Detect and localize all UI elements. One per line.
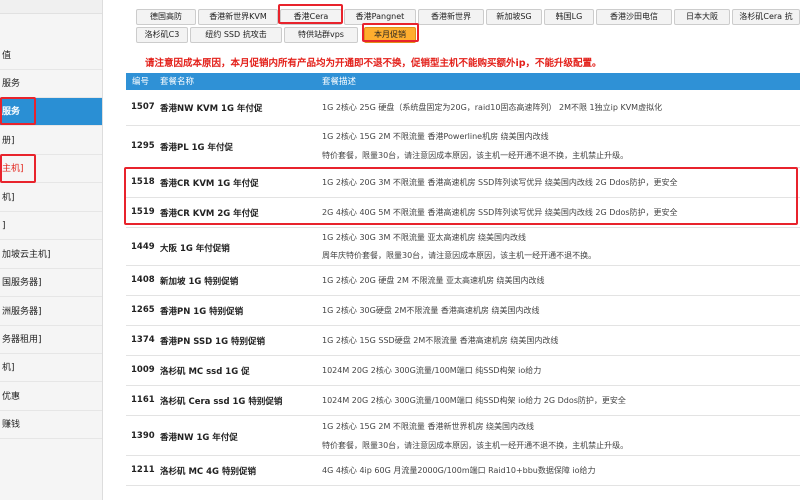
tab-monthly-promo[interactable]: 本月促销 (364, 27, 416, 43)
tab-hk-nw-kvm[interactable]: 香港新世界KVM (198, 9, 278, 25)
table-row[interactable]: 1408 新加坡 1G 特别促销 1G 2核心 20G 硬盘 2M 不限流量 亚… (126, 266, 800, 296)
tab-site-group-vps[interactable]: 特供站群vps (284, 27, 358, 43)
row-id: 1009 (131, 365, 155, 375)
row-id: 1390 (131, 431, 155, 441)
row-name[interactable]: 香港PN SSD 1G 特别促销 (160, 335, 265, 347)
row-name[interactable]: 洛杉矶 MC ssd 1G 促 (160, 365, 250, 377)
sidebar-item-4[interactable]: 册] (0, 127, 102, 155)
sidebar-top-strip (0, 0, 102, 14)
row-id: 1374 (131, 335, 155, 345)
sidebar-item-eu-servers[interactable]: 洲服务器] (0, 298, 102, 326)
tab-hk-shatin[interactable]: 香港沙田电信 (596, 9, 672, 25)
row-id: 1265 (131, 305, 155, 315)
promo-notice: 请注意因成本原因，本月促销内所有产品均为开通即不退不换，促销型主机不能购买额外i… (145, 58, 602, 69)
row-desc: 1G 2核心 30G 3M 不限流量 亚太高速机房 绕美国内改线 (322, 233, 527, 242)
tab-osaka[interactable]: 日本大阪 (674, 9, 730, 25)
row-desc: 1024M 20G 2核心 300G流量/100M端口 纯SSD构架 io给力 … (322, 396, 626, 405)
row-id: 1408 (131, 275, 155, 285)
sidebar-item-us-servers[interactable]: 国服务器] (0, 269, 102, 297)
tab-singapore[interactable]: 新加坡SG (486, 9, 542, 25)
table-header: 编号 套餐名称 套餐描述 (126, 73, 800, 90)
table-row[interactable]: 1161 洛杉矶 Cera ssd 1G 特别促销 1024M 20G 2核心 … (126, 386, 800, 416)
sidebar-item-services-active[interactable]: 服务 (0, 98, 102, 126)
row-name[interactable]: 新加坡 1G 特别促销 (160, 275, 238, 287)
sidebar-item-7[interactable]: ] (0, 212, 102, 240)
sidebar-item-earn[interactable]: 赚钱 (0, 411, 102, 439)
sidebar: 值 服务 服务 册] 主机] 机] ] 加坡云主机] 国服务器] 洲服务器] 务… (0, 0, 103, 500)
tab-hk-cera[interactable]: 香港Cera (280, 9, 342, 25)
sidebar-item-1[interactable]: 值 (0, 42, 102, 70)
table-row[interactable]: 1390 香港NW 1G 年付促 1G 2核心 15G 2M 不限流量 香港新世… (126, 416, 800, 456)
row-id: 1518 (131, 177, 155, 187)
row-desc: 2G 4核心 40G 5M 不限流量 香港高速机房 SSD阵列读写优异 绕美国内… (322, 208, 678, 217)
row-name[interactable]: 香港PN 1G 特别促销 (160, 305, 243, 317)
table-row[interactable]: 1265 香港PN 1G 特别促销 1G 2核心 30G硬盘 2M不限流量 香港… (126, 296, 800, 326)
row-id: 1295 (131, 141, 155, 151)
sidebar-item-12[interactable]: 机] (0, 354, 102, 382)
table-row[interactable]: 1009 洛杉矶 MC ssd 1G 促 1024M 20G 2核心 300G流… (126, 356, 800, 386)
tab-hk-pangnet[interactable]: 香港Pangnet (344, 9, 416, 25)
table-row[interactable]: 1374 香港PN SSD 1G 特别促销 1G 2核心 15G SSD硬盘 2… (126, 326, 800, 356)
table-row[interactable]: 1519 香港CR KVM 2G 年付促 2G 4核心 40G 5M 不限流量 … (126, 198, 800, 228)
row-id: 1519 (131, 207, 155, 217)
row-id: 1507 (131, 102, 155, 112)
row-id: 1161 (131, 395, 155, 405)
sidebar-item-2[interactable]: 服务 (0, 70, 102, 98)
row-desc: 1G 2核心 15G SSD硬盘 2M不限流量 香港高速机房 绕美国内改线 (322, 336, 559, 345)
row-name[interactable]: 大阪 1G 年付促销 (160, 242, 230, 254)
row-desc: 1G 2核心 15G 2M 不限流量 香港新世界机房 绕美国内改线 (322, 422, 535, 431)
sidebar-item-discount[interactable]: 优惠 (0, 383, 102, 411)
row-id: 1211 (131, 465, 155, 475)
row-desc: 4G 4核心 4ip 60G 月流量2000G/100m端口 Raid10+bb… (322, 466, 596, 475)
row-name[interactable]: 香港PL 1G 年付促 (160, 141, 233, 153)
row-desc: 1G 2核心 30G硬盘 2M不限流量 香港高速机房 绕美国内改线 (322, 306, 540, 315)
row-name[interactable]: 香港NW 1G 年付促 (160, 431, 238, 443)
row-name[interactable]: 香港NW KVM 1G 年付促 (160, 102, 262, 114)
header-desc: 套餐描述 (322, 77, 357, 87)
row-desc: 1G 2核心 25G 硬盘（系统盘固定为20G，raid10固态高速阵列） 2M… (322, 103, 663, 112)
row-desc: 1G 2核心 20G 3M 不限流量 香港高速机房 SSD阵列读写优异 绕美国内… (322, 178, 678, 187)
row-name[interactable]: 洛杉矶 MC 4G 特别促销 (160, 465, 256, 477)
header-name: 套餐名称 (160, 77, 195, 87)
row-name[interactable]: 洛杉矶 Cera ssd 1G 特别促销 (160, 395, 282, 407)
tab-la-cera[interactable]: 洛杉矶Cera 抗 (732, 9, 800, 25)
row-desc-note: 特价套餐，限量30台，请注意因成本原因，该主机一经开通不退不换，主机禁止升级。 (322, 151, 629, 160)
row-name[interactable]: 香港CR KVM 2G 年付促 (160, 207, 259, 219)
row-name[interactable]: 香港CR KVM 1G 年付促 (160, 177, 259, 189)
row-desc: 1024M 20G 2核心 300G流量/100M端口 纯SSD构架 io给力 (322, 366, 542, 375)
sidebar-item-host-highlight[interactable]: 主机] (0, 155, 102, 183)
row-desc-note: 周年庆特价套餐，限量30台，请注意因成本原因，该主机一经开通不退不换。 (322, 251, 597, 260)
row-desc-note: 特价套餐，限量30台，请注意因成本原因，该主机一经开通不退不换，主机禁止升级。 (322, 441, 629, 450)
table-row[interactable]: 1518 香港CR KVM 1G 年付促 1G 2核心 20G 3M 不限流量 … (126, 168, 800, 198)
sidebar-item-server-rental[interactable]: 务器租用] (0, 326, 102, 354)
row-desc: 1G 2核心 15G 2M 不限流量 香港Powerline机房 绕美国内改线 (322, 132, 549, 141)
tab-germany[interactable]: 德国高防 (136, 9, 196, 25)
table-row[interactable]: 1507 香港NW KVM 1G 年付促 1G 2核心 25G 硬盘（系统盘固定… (126, 90, 800, 126)
sidebar-item-6[interactable]: 机] (0, 184, 102, 212)
table-row[interactable]: 1295 香港PL 1G 年付促 1G 2核心 15G 2M 不限流量 香港Po… (126, 126, 800, 168)
header-id: 编号 (132, 77, 150, 87)
tab-la-c3[interactable]: 洛杉矶C3 (136, 27, 188, 43)
tab-hk-nw[interactable]: 香港新世界 (418, 9, 484, 25)
row-id: 1449 (131, 242, 155, 252)
row-desc: 1G 2核心 20G 硬盘 2M 不限流量 亚太高速机房 绕美国内改线 (322, 276, 545, 285)
table-row[interactable]: 1211 洛杉矶 MC 4G 特别促销 4G 4核心 4ip 60G 月流量20… (126, 456, 800, 486)
table-row[interactable]: 1449 大阪 1G 年付促销 1G 2核心 30G 3M 不限流量 亚太高速机… (126, 228, 800, 266)
tab-ny-ssd[interactable]: 纽约 SSD 抗攻击 (190, 27, 282, 43)
sidebar-item-singapore-cloud[interactable]: 加坡云主机] (0, 241, 102, 269)
tab-korea[interactable]: 韩国LG (544, 9, 594, 25)
